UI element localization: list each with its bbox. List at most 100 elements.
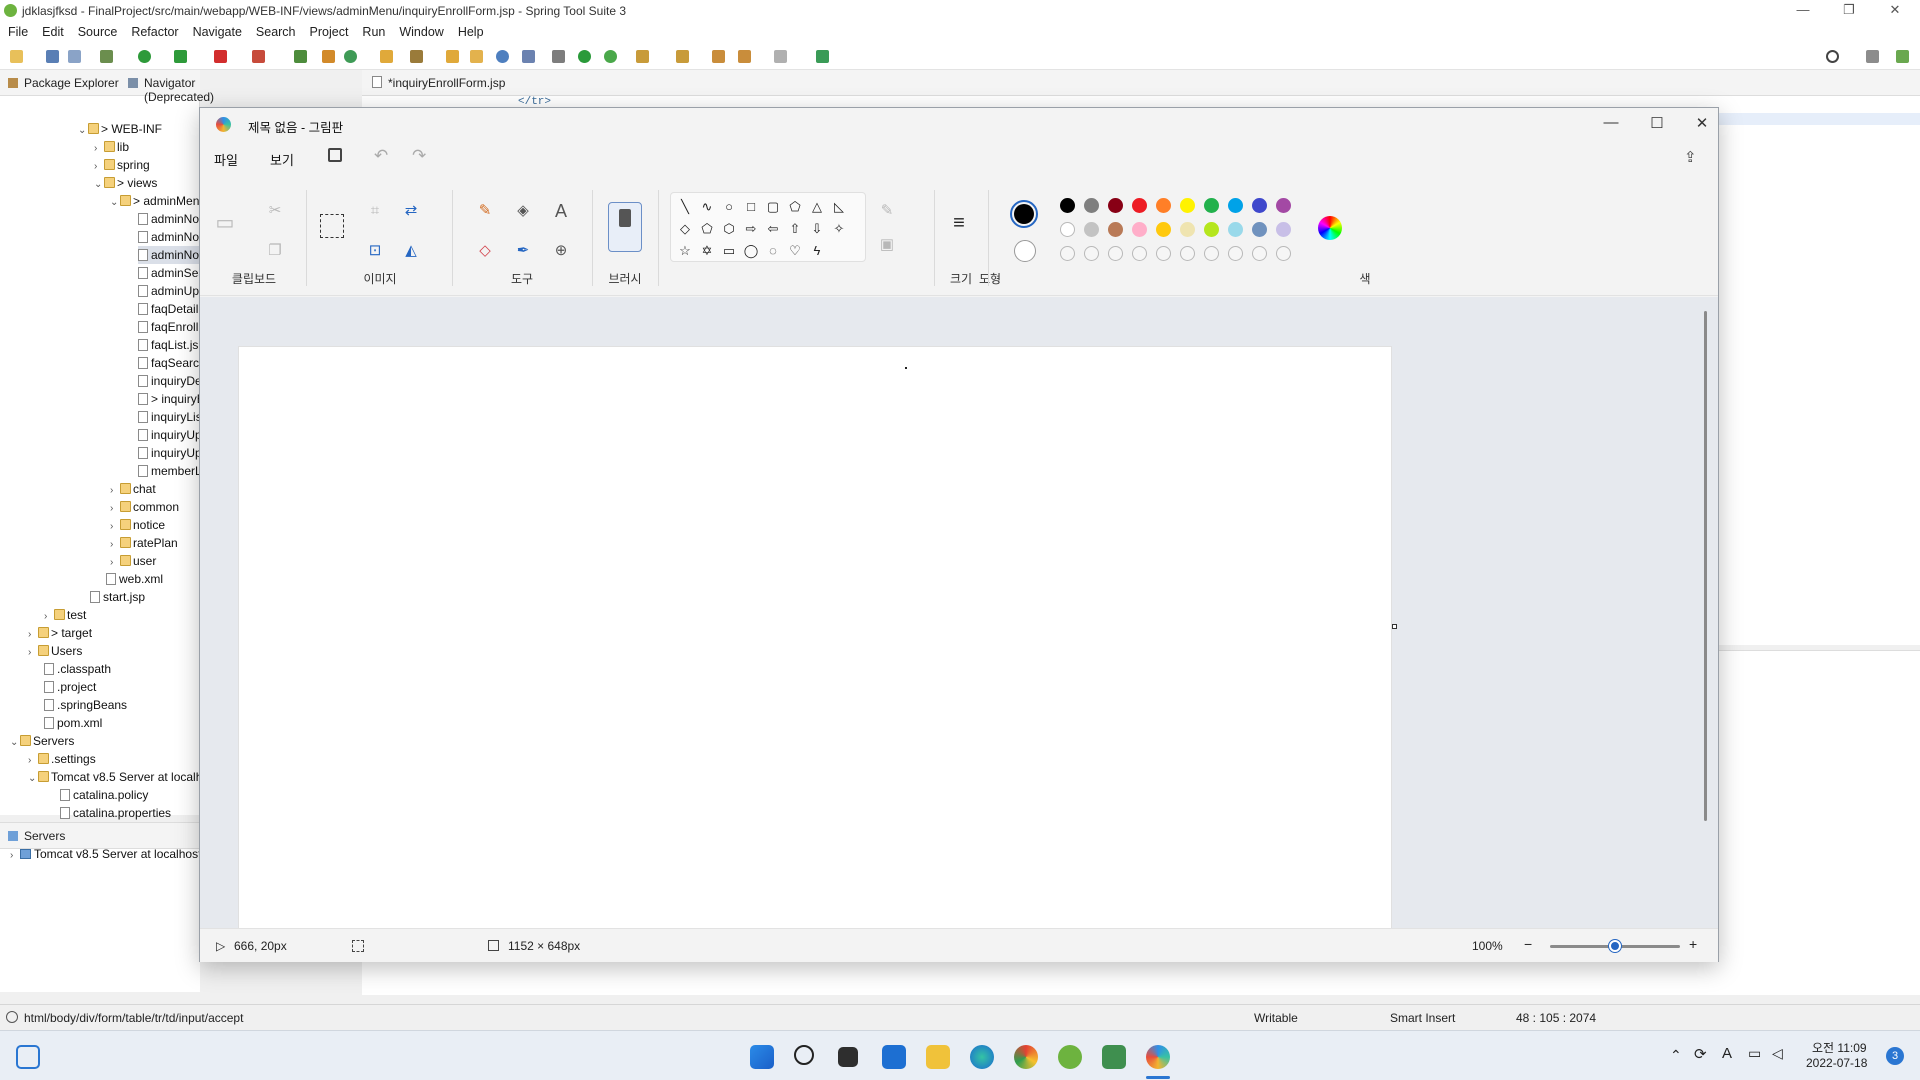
start-icon[interactable]: [750, 1045, 774, 1069]
paint-minimize-button[interactable]: —: [1596, 114, 1626, 134]
close-button[interactable]: ✕: [1872, 0, 1918, 22]
paint-menu-file[interactable]: 파일: [214, 150, 238, 169]
color-swatch[interactable]: [1132, 222, 1147, 237]
color-swatch[interactable]: [1084, 222, 1099, 237]
clock-date[interactable]: 2022-07-18: [1806, 1056, 1867, 1070]
vertical-scrollbar[interactable]: [1704, 311, 1707, 821]
menu-run[interactable]: Run: [355, 22, 392, 39]
pentagon-shape-icon[interactable]: ⬠: [699, 221, 715, 237]
expanded-arrow-icon[interactable]: ⌄: [110, 194, 120, 210]
brush-button[interactable]: [608, 202, 642, 252]
external-tools-icon[interactable]: [252, 50, 265, 63]
pencil-icon[interactable]: ✎: [474, 200, 496, 222]
custom-color-slot[interactable]: [1228, 246, 1243, 261]
collapsed-arrow-icon[interactable]: ›: [110, 536, 120, 552]
five-point-star-shape-icon[interactable]: ☆: [677, 243, 693, 259]
run-config-icon[interactable]: [174, 50, 187, 63]
oval-shape-icon[interactable]: ○: [721, 199, 737, 215]
curve-shape-icon[interactable]: ∿: [699, 199, 715, 215]
color1-selector[interactable]: [1010, 200, 1038, 228]
expanded-arrow-icon[interactable]: ⌄: [94, 176, 104, 192]
eraser-icon[interactable]: ◇: [474, 240, 496, 262]
menu-refactor[interactable]: Refactor: [124, 22, 185, 39]
tree-item[interactable]: faqDetail.jsp: [138, 300, 200, 318]
tree-item[interactable]: catalina.properties: [60, 804, 200, 822]
menu-search[interactable]: Search: [249, 22, 303, 39]
left-arrow-shape-icon[interactable]: ⇦: [765, 221, 781, 237]
tree-item[interactable]: memberList.jsp: [138, 462, 200, 480]
tree-item[interactable]: › chat: [110, 480, 200, 498]
color-swatch[interactable]: [1180, 198, 1195, 213]
tree-item[interactable]: › Users: [28, 642, 200, 660]
text-icon[interactable]: A: [550, 200, 572, 222]
outline-icon[interactable]: ✎: [876, 200, 898, 222]
tab-navigator[interactable]: Navigator (Deprecated): [144, 76, 214, 104]
color-swatch[interactable]: [1060, 222, 1075, 237]
tree-item[interactable]: .project: [44, 678, 200, 696]
file-explorer-icon[interactable]: [926, 1045, 950, 1069]
custom-color-slot[interactable]: [1084, 246, 1099, 261]
menu-help[interactable]: Help: [451, 22, 491, 39]
last-edit-icon[interactable]: [738, 50, 751, 63]
spring-tool-suite-icon[interactable]: [1058, 1045, 1082, 1069]
start-server-icon[interactable]: [578, 50, 591, 63]
refresh-icon[interactable]: [604, 50, 617, 63]
toggle-mark-icon[interactable]: [552, 50, 565, 63]
undo-icon[interactable]: ↶: [374, 146, 388, 166]
hexagon-shape-icon[interactable]: ⬡: [721, 221, 737, 237]
color-swatch[interactable]: [1108, 222, 1123, 237]
tree-item[interactable]: ⌄ > adminMenu: [110, 192, 200, 210]
share-icon[interactable]: ⇪: [1684, 148, 1697, 166]
collapsed-arrow-icon[interactable]: ›: [110, 554, 120, 570]
tree-item[interactable]: adminNoticeEnroll.jsp: [138, 228, 200, 246]
four-point-star-shape-icon[interactable]: ✧: [831, 221, 847, 237]
tree-item[interactable]: adminNoticeList.jsp: [138, 246, 200, 264]
tree-item[interactable]: faqList.jsp: [138, 336, 200, 354]
down-arrow-shape-icon[interactable]: ⇩: [809, 221, 825, 237]
open-folder-icon[interactable]: [446, 50, 459, 63]
open-type-icon[interactable]: [380, 50, 393, 63]
tree-item[interactable]: faqEnrollForm.jsp: [138, 318, 200, 336]
forward-icon[interactable]: [774, 50, 787, 63]
search-icon[interactable]: [794, 1045, 814, 1065]
paint-close-button[interactable]: ✕: [1687, 114, 1717, 134]
open-perspective-icon[interactable]: [1866, 50, 1879, 63]
collapsed-arrow-icon[interactable]: ›: [44, 608, 54, 624]
color-swatch[interactable]: [1252, 222, 1267, 237]
color-swatch[interactable]: [1228, 222, 1243, 237]
tree-item[interactable]: catalina.policy: [60, 786, 200, 804]
boot-dashboard-icon[interactable]: [322, 50, 335, 63]
heart-shape-icon[interactable]: ♡: [787, 243, 803, 259]
tree-item[interactable]: › lib: [94, 138, 200, 156]
tree-item[interactable]: start.jsp: [90, 588, 200, 606]
canvas-resize-handle[interactable]: [1392, 624, 1397, 629]
menu-project[interactable]: Project: [303, 22, 356, 39]
save-all-icon[interactable]: [68, 50, 81, 63]
collapsed-arrow-icon[interactable]: ›: [28, 644, 38, 660]
color2-selector[interactable]: [1014, 240, 1036, 262]
resize-icon[interactable]: ⇄: [400, 200, 422, 222]
custom-color-slot[interactable]: [1060, 246, 1075, 261]
tree-item[interactable]: > inquiryEnrollForm.jsp: [138, 390, 200, 408]
color-swatch[interactable]: [1108, 198, 1123, 213]
color-swatch[interactable]: [1228, 198, 1243, 213]
color-swatch[interactable]: [1204, 198, 1219, 213]
sync-icon[interactable]: ⟳: [1694, 1045, 1707, 1063]
tree-item[interactable]: web.xml: [106, 570, 200, 588]
redo-icon[interactable]: ↷: [412, 146, 426, 166]
paint-menu-view[interactable]: 보기: [270, 150, 294, 169]
collapsed-arrow-icon[interactable]: ›: [94, 158, 104, 174]
color-swatch[interactable]: [1276, 198, 1291, 213]
network-icon[interactable]: ▭: [1748, 1045, 1761, 1062]
six-point-star-shape-icon[interactable]: ✡: [699, 243, 715, 259]
tree-item[interactable]: › .settings: [28, 750, 200, 768]
tree-item[interactable]: inquiryUpdate.jsp: [138, 426, 200, 444]
crop-icon[interactable]: ⌗: [364, 200, 386, 222]
tree-item[interactable]: ⌄ > views: [94, 174, 200, 192]
tree-item[interactable]: pom.xml: [44, 714, 200, 732]
collapsed-arrow-icon[interactable]: ›: [110, 518, 120, 534]
debug-icon[interactable]: [100, 50, 113, 63]
shape-fill-icon[interactable]: ▣: [876, 234, 898, 256]
select-icon[interactable]: [320, 214, 344, 238]
collapsed-arrow-icon[interactable]: ›: [110, 482, 120, 498]
